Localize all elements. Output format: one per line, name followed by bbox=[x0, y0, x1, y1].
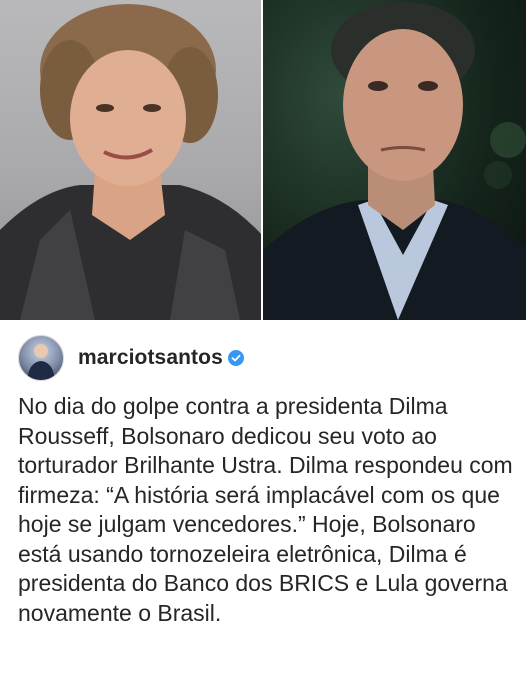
photo-right-man-portrait bbox=[263, 0, 526, 320]
photo-left-woman-portrait bbox=[0, 0, 261, 320]
username[interactable]: marciotsantos bbox=[78, 346, 223, 370]
caption-cutoff bbox=[0, 651, 526, 695]
post-caption: No dia do golpe contra a presidenta Dilm… bbox=[18, 393, 513, 626]
post-header: marciotsantos bbox=[18, 335, 244, 381]
verified-badge-icon bbox=[227, 350, 244, 366]
avatar[interactable] bbox=[18, 335, 64, 381]
photo-collage bbox=[0, 0, 526, 320]
post-card: marciotsantos No dia do golpe contra a p… bbox=[0, 320, 526, 695]
portrait-illustration-left bbox=[0, 4, 261, 320]
portrait-illustration-right bbox=[263, 2, 526, 320]
avatar-figure-icon bbox=[27, 344, 55, 380]
